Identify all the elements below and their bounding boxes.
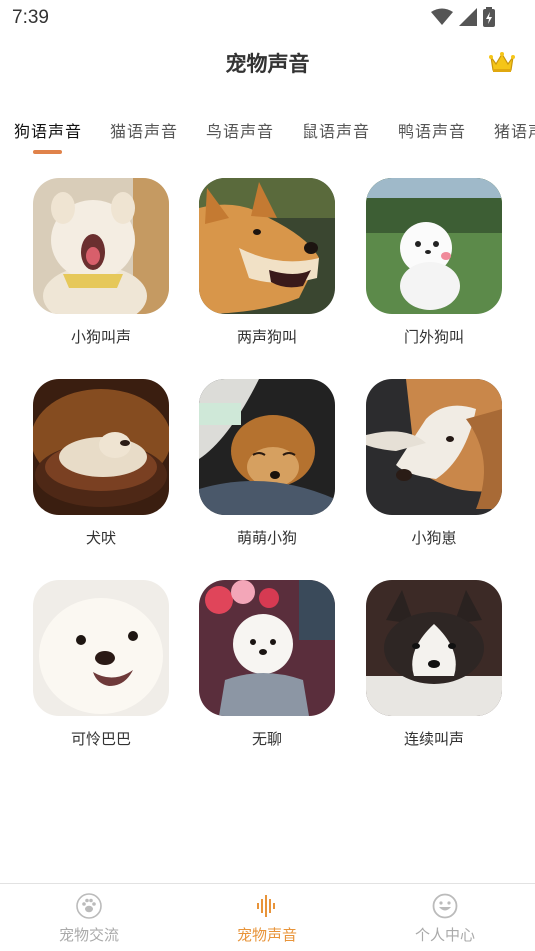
sound-label: 连续叫声 (403, 730, 464, 748)
page-title: 宠物声音 (225, 52, 310, 76)
sound-card[interactable]: 可怜巴巴 (33, 580, 169, 760)
tab-dog[interactable]: 狗语声音 (14, 118, 82, 142)
bottom-nav: 宠物交流 宠物声音 个人中心 (0, 883, 535, 951)
tab-cat[interactable]: 猫语声音 (110, 118, 178, 142)
status-time: 7:39 (12, 7, 49, 28)
tab-mouse[interactable]: 鼠语声音 (302, 118, 370, 142)
smiley-icon (432, 893, 458, 919)
paw-icon (76, 893, 102, 919)
sound-card[interactable]: 两声狗叫 (199, 178, 335, 358)
dog-photo (33, 379, 169, 515)
dog-photo (366, 178, 502, 314)
sound-card[interactable]: 连续叫声 (366, 580, 502, 760)
sound-card[interactable]: 门外狗叫 (366, 178, 502, 358)
battery-icon (483, 7, 495, 27)
nav-profile[interactable]: 个人中心 (356, 884, 534, 951)
tab-pig[interactable]: 猪语声音 (494, 118, 535, 142)
category-tabs: 狗语声音 猫语声音 鸟语声音 鼠语声音 鸭语声音 猪语声音 (0, 108, 535, 158)
nav-label: 个人中心 (414, 926, 475, 944)
sound-label: 无聊 (251, 730, 282, 748)
sound-label: 门外狗叫 (403, 328, 464, 346)
dog-photo (366, 580, 502, 716)
status-bar: 7:39 (0, 0, 535, 36)
dog-photo (199, 580, 335, 716)
sound-card[interactable]: 犬吠 (33, 379, 169, 559)
sound-card[interactable]: 小狗崽 (366, 379, 502, 559)
sound-label: 两声狗叫 (236, 328, 297, 346)
sound-label: 犬吠 (85, 529, 116, 547)
dog-photo (199, 178, 335, 314)
dog-photo (366, 379, 502, 515)
sound-label: 小狗叫声 (70, 328, 131, 346)
dog-photo (199, 379, 335, 515)
dog-photo (33, 580, 169, 716)
sound-card[interactable]: 萌萌小狗 (199, 379, 335, 559)
nav-pet-community[interactable]: 宠物交流 (0, 884, 178, 951)
nav-pet-sounds[interactable]: 宠物声音 (178, 884, 356, 951)
sound-card[interactable]: 无聊 (199, 580, 335, 760)
nav-label: 宠物交流 (58, 926, 119, 944)
wifi-icon (431, 8, 453, 25)
sound-wave-icon (257, 895, 275, 917)
status-icons (431, 7, 495, 27)
sound-label: 可怜巴巴 (70, 730, 131, 748)
sound-card[interactable]: 小狗叫声 (33, 178, 169, 358)
app-header: 宠物声音 (0, 38, 535, 86)
tab-indicator (33, 150, 62, 154)
nav-label: 宠物声音 (236, 926, 297, 944)
sound-label: 萌萌小狗 (236, 529, 297, 547)
dog-photo (33, 178, 169, 314)
crown-icon[interactable] (489, 50, 515, 74)
tab-bird[interactable]: 鸟语声音 (206, 118, 274, 142)
tab-duck[interactable]: 鸭语声音 (398, 118, 466, 142)
signal-icon (459, 8, 477, 26)
sound-label: 小狗崽 (411, 529, 457, 547)
